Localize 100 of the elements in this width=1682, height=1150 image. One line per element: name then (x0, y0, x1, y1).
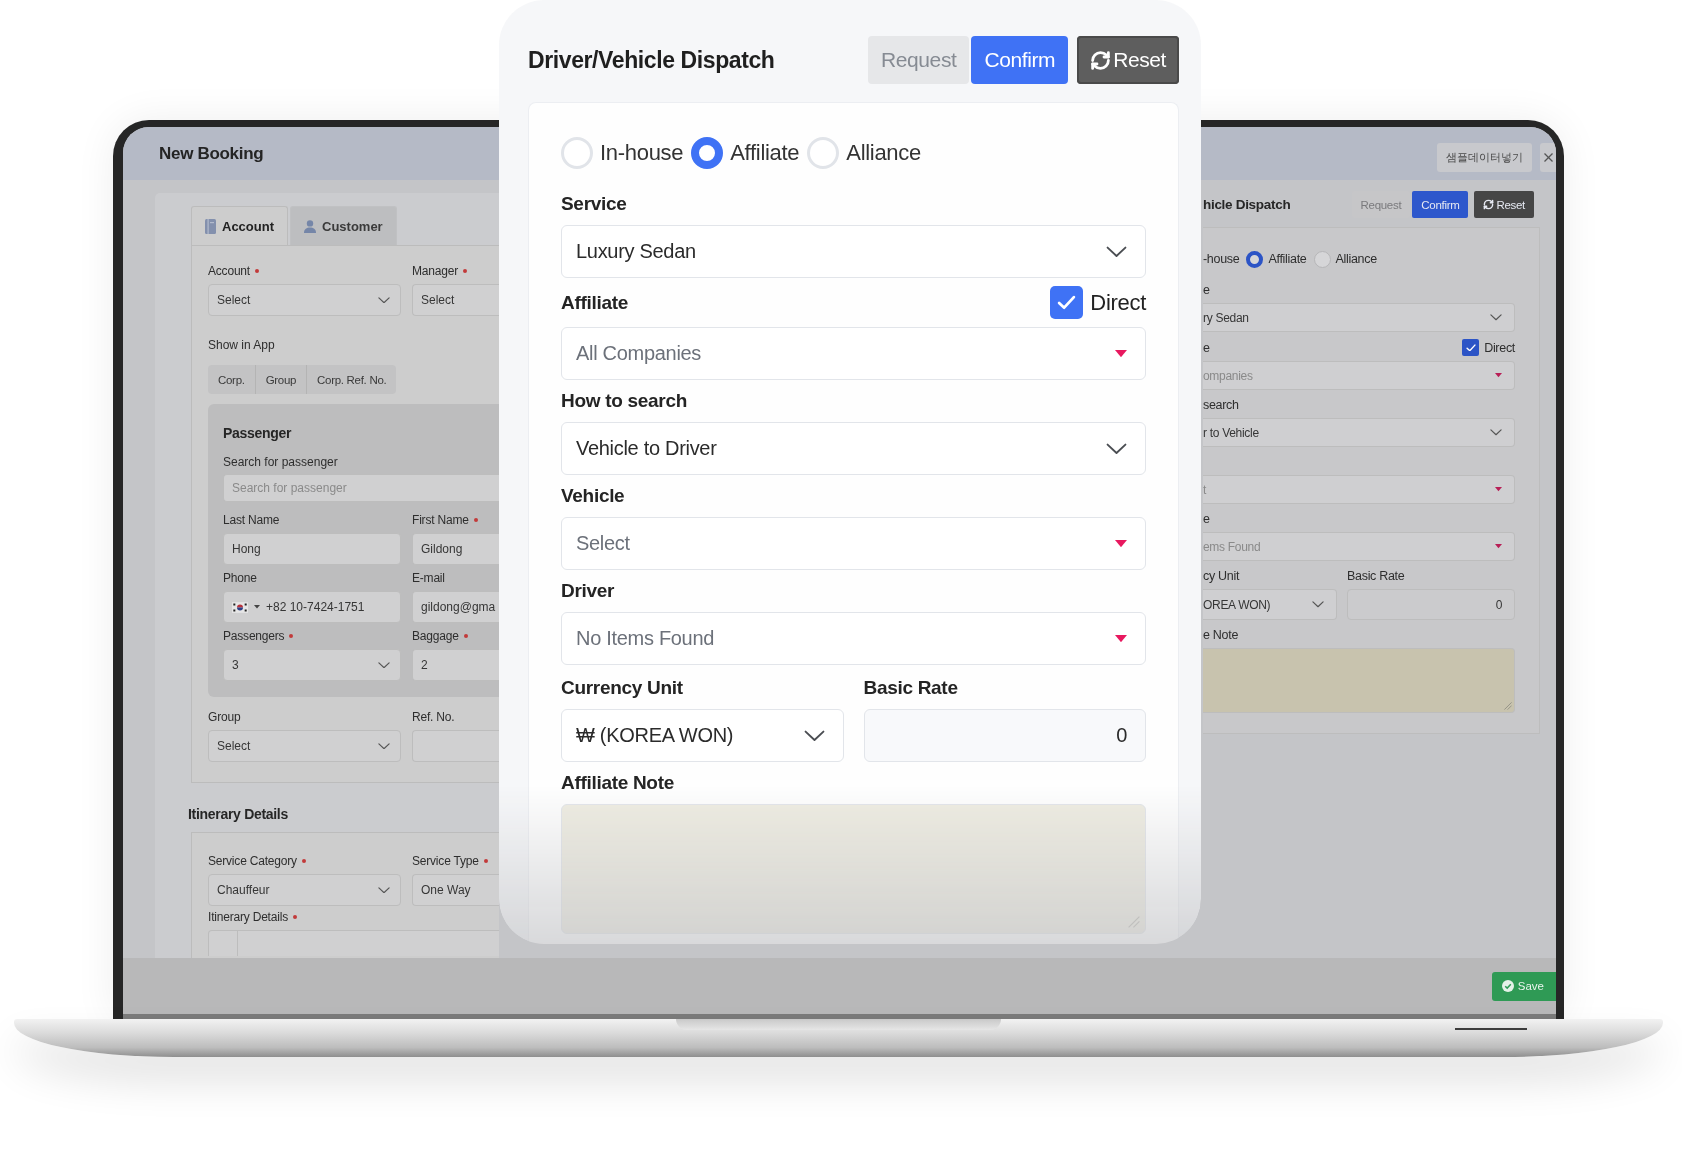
segment-button[interactable]: Group (255, 365, 308, 394)
field-label: search (1203, 398, 1239, 412)
chevron-down-icon (378, 886, 390, 894)
radio-label[interactable]: Affiliate (1268, 252, 1307, 266)
refresh-icon (1090, 49, 1112, 71)
chevron-down-icon (1490, 429, 1502, 436)
caret-down-icon (1495, 373, 1502, 378)
check-circle-icon (1501, 980, 1514, 992)
field-label: Ref. No. (412, 710, 455, 724)
dropdown-field[interactable]: 3 (223, 649, 401, 681)
checkbox-label[interactable]: Direct (1484, 340, 1515, 355)
dropdown-field[interactable]: Vehicle to Driver (561, 422, 1146, 475)
radio-label[interactable]: In-house (600, 140, 684, 166)
caret-down-icon (1495, 544, 1502, 549)
tab[interactable]: Account (191, 206, 288, 245)
refresh-icon (1483, 199, 1495, 210)
chevron-down-icon (1106, 245, 1127, 258)
form-field[interactable]: 2 (412, 649, 499, 681)
field-label: Service Category (208, 854, 297, 868)
dropdown-field[interactable]: All Companies (561, 327, 1146, 380)
field-label: Basic Rate (863, 677, 958, 699)
checkbox-label[interactable]: Direct (1090, 289, 1146, 316)
radio-button[interactable] (691, 137, 724, 169)
field-label: Basic Rate (1347, 569, 1405, 583)
dropdown-field[interactable]: No Items Found (561, 612, 1146, 665)
field-label: Last Name (223, 513, 280, 527)
action-button[interactable]: Confirm (971, 36, 1069, 84)
field-label: E-mail (412, 571, 445, 585)
number-field[interactable]: 0 (863, 709, 1146, 762)
chevron-down-icon (378, 661, 390, 669)
field-label: Vehicle (561, 485, 625, 507)
number-field[interactable]: 0 (1347, 589, 1515, 620)
dropdown-field[interactable]: Luxury Sedan (561, 225, 1146, 278)
chevron-down-icon (378, 742, 390, 750)
caret-down-icon (1115, 634, 1127, 643)
reset-button[interactable]: Reset (1474, 191, 1534, 218)
field-label: Currency Unit (561, 677, 683, 699)
chevron-down-icon (803, 729, 825, 742)
panel-title: hicle Dispatch (1203, 197, 1291, 212)
chevron-down-icon (1490, 314, 1502, 321)
chevron-down-icon (1312, 601, 1324, 608)
tab[interactable]: Customer (290, 206, 397, 245)
form-field[interactable]: Gildong (412, 533, 499, 565)
card-title: Driver/Vehicle Dispatch (528, 46, 775, 74)
field-label: e (1203, 283, 1210, 297)
resize-grip-icon (1128, 916, 1140, 928)
checkbox[interactable] (1050, 286, 1084, 319)
radio-label[interactable]: Alliance (846, 140, 921, 166)
dropdown-field[interactable]: Chauffeur (208, 874, 401, 906)
radio-button[interactable] (1246, 250, 1264, 268)
dropdown-field[interactable]: Select (561, 517, 1146, 570)
field-label: Passengers (223, 629, 285, 643)
close-icon (1544, 153, 1553, 162)
radio-label[interactable]: -house (1203, 252, 1240, 266)
field-label: First Name (412, 513, 469, 527)
chevron-down-icon (378, 296, 390, 304)
field-label: Affiliate (561, 291, 628, 314)
note-textarea[interactable] (1203, 648, 1515, 713)
dropdown-field[interactable]: ₩ (KOREA WON) (561, 709, 844, 762)
reset-button[interactable]: Reset (1077, 36, 1179, 84)
field-label: e (1203, 512, 1210, 526)
dropdown-field[interactable]: OREA WON) (1203, 589, 1337, 620)
input-field[interactable]: Hong (223, 533, 401, 565)
field-label: Manager (412, 264, 458, 278)
radio-button[interactable] (1313, 250, 1331, 268)
sample-data-button[interactable]: 샘플데이터넣기 (1437, 143, 1532, 172)
segment-button[interactable]: Corp. Ref. No. (307, 365, 397, 394)
field-label: e (1203, 340, 1210, 355)
field-label: e Note (1203, 628, 1239, 642)
segment-button[interactable]: Corp. (208, 365, 256, 394)
form-field[interactable]: Select (412, 284, 499, 316)
form-field[interactable] (412, 730, 499, 762)
close-button[interactable] (1540, 143, 1556, 172)
field-label: cy Unit (1203, 569, 1240, 583)
field-label: Show in App (208, 337, 276, 353)
resize-grip-icon (1504, 702, 1512, 710)
action-button[interactable]: Confirm (1412, 191, 1469, 218)
caret-down-icon (1115, 539, 1127, 548)
check-icon (1057, 295, 1077, 310)
dropdown-field[interactable]: Select (208, 730, 401, 762)
section-title: Passenger (223, 424, 293, 442)
dropdown-field[interactable]: ry Sedan (1203, 303, 1515, 332)
form-field[interactable]: gildong@gma (412, 591, 499, 623)
checkbox[interactable] (1462, 339, 1480, 356)
field-label: Group (208, 710, 241, 724)
person-icon (304, 219, 316, 233)
dropdown-field[interactable]: r to Vehicle (1203, 418, 1515, 447)
caret-down-icon (1495, 487, 1502, 492)
field-label: Service (561, 193, 627, 215)
check-icon (1465, 343, 1476, 352)
radio-label[interactable]: Affiliate (730, 140, 800, 166)
phone-field[interactable]: +82 10-7424-1751 (223, 591, 401, 623)
dropdown-field[interactable]: Select (208, 284, 401, 316)
caret-down-icon (254, 605, 260, 609)
caret-down-icon (1115, 349, 1127, 358)
radio-label[interactable]: Alliance (1335, 252, 1377, 266)
form-field[interactable]: One Way (412, 874, 499, 906)
page-title: New Booking (159, 143, 264, 164)
field-label: Driver (561, 580, 615, 602)
field-label: How to search (561, 390, 687, 412)
